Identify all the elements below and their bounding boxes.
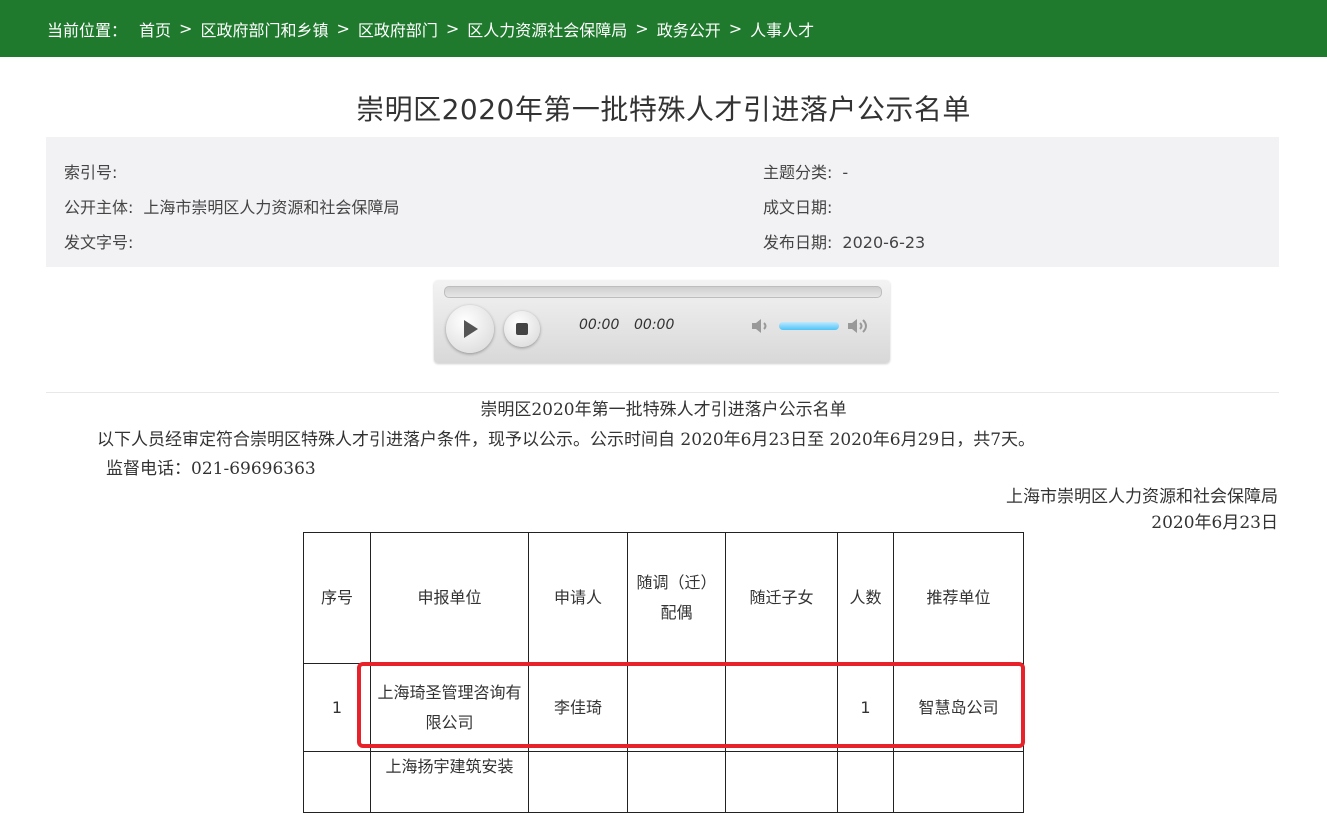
index-number-label: 索引号:: [64, 163, 118, 182]
header-cell: 随迁子女: [725, 532, 838, 664]
topic-field: 主题分类: -: [763, 159, 848, 183]
topic-label: 主题分类:: [763, 163, 833, 182]
index-number-field: 索引号:: [64, 159, 127, 183]
table-cell: 上海扬宇建筑安装: [370, 751, 529, 813]
publish-date-value: 2020-6-23: [842, 233, 926, 252]
table-cell: [725, 663, 838, 752]
duration-time: 00:00: [634, 317, 675, 333]
table-row: 上海扬宇建筑安装: [303, 751, 1024, 813]
metadata-panel: 索引号: 公开主体: 上海市崇明区人力资源和社会保障局 发文字号: 主题分类: - …: [46, 137, 1279, 267]
volume-max-icon[interactable]: [846, 317, 872, 335]
breadcrumb-home-link[interactable]: 首页: [139, 17, 171, 41]
publisher-field: 公开主体: 上海市崇明区人力资源和社会保障局: [64, 194, 399, 218]
header-cell: 申请人: [528, 532, 628, 664]
volume-slider[interactable]: [779, 322, 839, 330]
play-button[interactable]: [446, 305, 494, 353]
header-cell: 随调（迁）配偶: [627, 532, 726, 664]
table-cell: [725, 751, 838, 813]
issuing-org: 上海市崇明区人力资源和社会保障局: [1006, 487, 1278, 507]
breadcrumb-departments-link[interactable]: 区政府部门: [358, 17, 438, 41]
doc-number-label: 发文字号:: [64, 233, 134, 252]
header-cell: 人数: [837, 532, 894, 664]
breadcrumb-public-affairs-link[interactable]: 政务公开: [657, 17, 721, 41]
header-cell: 申报单位: [370, 532, 529, 664]
table-cell: 1: [837, 663, 894, 752]
publish-date-label: 发布日期:: [763, 233, 833, 252]
breadcrumb-lead: 当前位置：: [47, 20, 128, 40]
supervision-phone: 监督电话：021-69696363: [106, 459, 316, 479]
stop-button[interactable]: [504, 311, 540, 347]
table-row: 1 上海琦圣管理咨询有限公司 李佳琦 1 智慧岛公司: [303, 663, 1024, 752]
table-cell: [528, 751, 628, 813]
stop-icon: [516, 323, 528, 335]
issue-date: 2020年6月23日: [1151, 513, 1278, 533]
breadcrumb: 当前位置： 首页 > 区政府部门和乡镇 > 区政府部门 > 区人力资源社会保障局…: [0, 0, 1327, 57]
written-date-label: 成文日期:: [763, 198, 833, 217]
breadcrumb-separator: >: [336, 19, 350, 38]
page-title: 崇明区2020年第一批特殊人才引进落户公示名单: [356, 93, 971, 126]
table-cell: [893, 751, 1024, 813]
breadcrumb-separator: >: [635, 19, 649, 38]
audio-progress-bar[interactable]: [444, 286, 882, 298]
audio-player: 00:00 00:00: [434, 280, 890, 363]
table-cell: 1: [303, 663, 371, 752]
header-cell: 序号: [303, 532, 371, 664]
mute-icon[interactable]: [750, 317, 772, 335]
topic-value: -: [842, 163, 849, 182]
breadcrumb-district-link[interactable]: 区政府部门和乡镇: [200, 17, 328, 41]
current-time: 00:00: [579, 317, 620, 333]
roster-table: 序号 申报单位 申请人 随调（迁）配偶 随迁子女 人数 推荐单位 1 上海琦圣管…: [303, 532, 1024, 813]
breadcrumb-personnel-link[interactable]: 人事人才: [750, 17, 814, 41]
written-date-field: 成文日期:: [763, 194, 842, 218]
publisher-value: 上海市崇明区人力资源和社会保障局: [143, 198, 400, 217]
table-header-row: 序号 申报单位 申请人 随调（迁）配偶 随迁子女 人数 推荐单位: [303, 532, 1024, 664]
publisher-label: 公开主体:: [64, 198, 134, 217]
breadcrumb-separator: >: [179, 19, 193, 38]
publish-date-field: 发布日期: 2020-6-23: [763, 229, 925, 253]
table-cell: [837, 751, 894, 813]
table-cell: 上海琦圣管理咨询有限公司: [370, 663, 529, 752]
header-cell: 推荐单位: [893, 532, 1024, 664]
breadcrumb-separator: >: [445, 19, 460, 38]
play-icon: [464, 320, 478, 338]
table-cell: 李佳琦: [528, 663, 628, 752]
doc-number-field: 发文字号:: [64, 229, 143, 253]
table-cell: [627, 663, 726, 752]
breadcrumb-separator: >: [728, 19, 743, 38]
table-cell: 智慧岛公司: [893, 663, 1024, 752]
table-cell: [627, 751, 726, 813]
table-cell: [303, 751, 371, 813]
section-divider: [46, 392, 1279, 393]
document-intro: 以下人员经审定符合崇明区特殊人才引进落户条件，现予以公示。公示时间自 2020年…: [97, 430, 1036, 450]
breadcrumb-hr-bureau-link[interactable]: 区人力资源社会保障局: [467, 17, 627, 41]
document-title: 崇明区2020年第一批特殊人才引进落户公示名单: [480, 400, 847, 420]
